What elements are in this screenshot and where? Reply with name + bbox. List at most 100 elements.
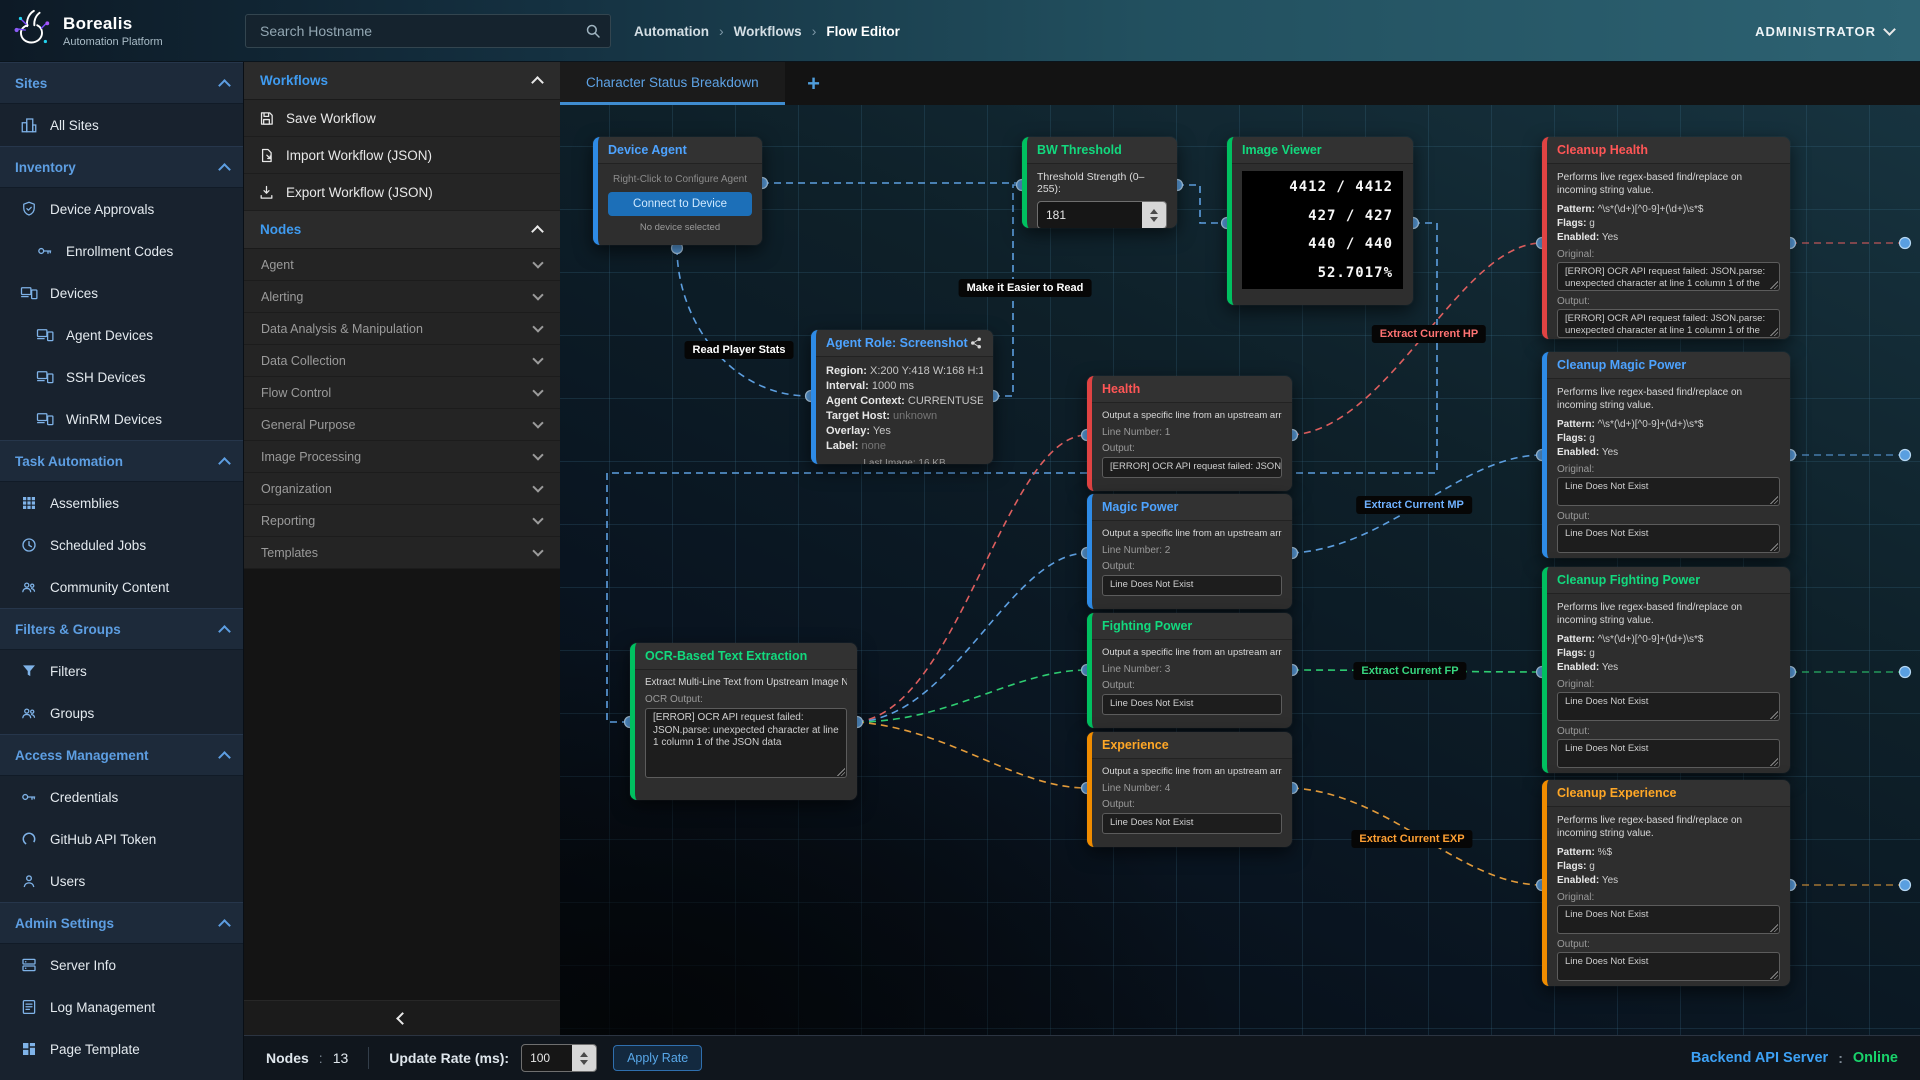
node-bw-threshold[interactable]: BW Threshold Threshold Strength (0–255):: [1022, 137, 1177, 228]
resize-grip-icon[interactable]: [1770, 924, 1778, 932]
output-textarea[interactable]: Line Does Not Exist: [1557, 739, 1780, 768]
resize-grip-icon[interactable]: [1770, 496, 1778, 504]
add-tab-button[interactable]: +: [785, 62, 843, 105]
node-category-image-processing[interactable]: Image Processing: [244, 441, 560, 473]
resize-grip-icon[interactable]: [837, 768, 845, 776]
sidebar-section-sites[interactable]: Sites: [0, 62, 243, 104]
edge-ocr-to-health[interactable]: [857, 435, 1087, 722]
sidebar-item-page-template[interactable]: Page Template: [0, 1028, 243, 1070]
edge-label-extract-hp[interactable]: Extract Current HP: [1372, 325, 1486, 343]
edge-label-extract-mp[interactable]: Extract Current MP: [1356, 496, 1472, 514]
node-magic-power[interactable]: Magic Power Output a specific line from …: [1087, 494, 1292, 609]
edge-label-make-easier[interactable]: Make it Easier to Read: [959, 279, 1092, 297]
output-textarea[interactable]: [ERROR] OCR API request failed: JSON.par…: [1557, 309, 1780, 338]
palette-header-workflows[interactable]: Workflows: [244, 62, 560, 100]
node-experience[interactable]: Experience Output a specific line from a…: [1087, 732, 1292, 847]
output-field[interactable]: [ERROR] OCR API request failed: JSON.par…: [1102, 457, 1282, 478]
user-menu[interactable]: ADMINISTRATOR: [1755, 0, 1894, 62]
original-textarea[interactable]: [ERROR] OCR API request failed: JSON.par…: [1557, 262, 1780, 291]
node-health[interactable]: Health Output a specific line from an up…: [1087, 376, 1292, 491]
flow-canvas[interactable]: Device Agent Right-Click to Configure Ag…: [560, 105, 1920, 1035]
resize-grip-icon[interactable]: [1770, 711, 1778, 719]
sidebar-item-log-management[interactable]: Log Management: [0, 986, 243, 1028]
search-box[interactable]: [245, 14, 611, 48]
palette-header-nodes[interactable]: Nodes: [244, 211, 560, 249]
sidebar-item-winrm-devices[interactable]: WinRM Devices: [0, 398, 243, 440]
node-cleanup-magic-power[interactable]: Cleanup Magic Power Performs live regex-…: [1542, 352, 1790, 558]
edge-device-agent-to-screenshot[interactable]: [677, 248, 809, 396]
ocr-output-textarea[interactable]: [ERROR] OCR API request failed: JSON.par…: [645, 708, 847, 778]
breadcrumb-item[interactable]: Workflows: [734, 24, 802, 39]
edge-label-extract-exp[interactable]: Extract Current EXP: [1351, 830, 1472, 848]
collapse-palette-button[interactable]: [244, 1000, 560, 1035]
node-category-templates[interactable]: Templates: [244, 537, 560, 569]
sidebar-item-enrollment-codes[interactable]: Enrollment Codes: [0, 230, 243, 272]
edge-endpoint-handle[interactable]: [1900, 238, 1911, 249]
sidebar-item-scheduled-jobs[interactable]: Scheduled Jobs: [0, 524, 243, 566]
node-fighting-power[interactable]: Fighting Power Output a specific line fr…: [1087, 613, 1292, 728]
number-stepper[interactable]: [572, 1045, 596, 1071]
edge-ocr-to-fighting[interactable]: [857, 670, 1087, 722]
threshold-input[interactable]: [1038, 202, 1142, 228]
brand[interactable]: Borealis Automation Platform: [8, 7, 163, 55]
resize-grip-icon[interactable]: [1770, 328, 1778, 336]
resize-grip-icon[interactable]: [1770, 758, 1778, 766]
sidebar-item-assemblies[interactable]: Assemblies: [0, 482, 243, 524]
original-textarea[interactable]: Line Does Not Exist: [1557, 692, 1780, 721]
output-field[interactable]: Line Does Not Exist: [1102, 694, 1282, 715]
node-category-data-analysis[interactable]: Data Analysis & Manipulation: [244, 313, 560, 345]
sidebar-section-access-management[interactable]: Access Management: [0, 734, 243, 776]
sidebar-section-inventory[interactable]: Inventory: [0, 146, 243, 188]
connect-to-device-button[interactable]: Connect to Device: [608, 192, 752, 216]
tab-character-status-breakdown[interactable]: Character Status Breakdown: [560, 62, 785, 105]
sidebar-section-task-automation[interactable]: Task Automation: [0, 440, 243, 482]
node-device-agent[interactable]: Device Agent Right-Click to Configure Ag…: [593, 137, 762, 245]
import-workflow-button[interactable]: Import Workflow (JSON): [244, 137, 560, 174]
sidebar-item-groups[interactable]: Groups: [0, 692, 243, 734]
resize-grip-icon[interactable]: [1770, 971, 1778, 979]
sidebar-item-ssh-devices[interactable]: SSH Devices: [0, 356, 243, 398]
sidebar-item-devices[interactable]: Devices: [0, 272, 243, 314]
node-ocr-text-extraction[interactable]: OCR-Based Text Extraction Extract Multi-…: [630, 643, 857, 800]
edge-bw-threshold-to-image-viewer[interactable]: [1177, 185, 1227, 223]
edge-endpoint-handle[interactable]: [1900, 667, 1911, 678]
node-cleanup-fighting-power[interactable]: Cleanup Fighting Power Performs live reg…: [1542, 567, 1790, 773]
output-textarea[interactable]: Line Does Not Exist: [1557, 952, 1780, 981]
node-category-data-collection[interactable]: Data Collection: [244, 345, 560, 377]
search-input[interactable]: [258, 22, 584, 40]
resize-grip-icon[interactable]: [1770, 281, 1778, 289]
node-agent-role-screenshot[interactable]: Agent Role: Screenshot Region: X:200 Y:4…: [811, 330, 993, 464]
edge-label-extract-fp[interactable]: Extract Current FP: [1353, 662, 1466, 680]
output-field[interactable]: Line Does Not Exist: [1102, 575, 1282, 596]
edge-label-read-player-stats[interactable]: Read Player Stats: [685, 341, 794, 359]
sidebar-item-filters[interactable]: Filters: [0, 650, 243, 692]
node-cleanup-health[interactable]: Cleanup Health Performs live regex-based…: [1542, 137, 1790, 339]
output-textarea[interactable]: Line Does Not Exist: [1557, 524, 1780, 553]
resize-grip-icon[interactable]: [1770, 543, 1778, 551]
apply-rate-button[interactable]: Apply Rate: [613, 1045, 702, 1071]
node-category-organization[interactable]: Organization: [244, 473, 560, 505]
output-field[interactable]: Line Does Not Exist: [1102, 813, 1282, 834]
sidebar-section-admin-settings[interactable]: Admin Settings: [0, 902, 243, 944]
breadcrumb-item[interactable]: Automation: [634, 24, 709, 39]
sidebar-item-users[interactable]: Users: [0, 860, 243, 902]
number-stepper[interactable]: [1142, 202, 1166, 228]
save-workflow-button[interactable]: Save Workflow: [244, 100, 560, 137]
node-category-general-purpose[interactable]: General Purpose: [244, 409, 560, 441]
node-image-viewer[interactable]: Image Viewer 4412 / 4412 427 / 427 440 /…: [1227, 137, 1413, 305]
sidebar-item-credentials[interactable]: Credentials: [0, 776, 243, 818]
node-category-agent[interactable]: Agent: [244, 249, 560, 281]
node-cleanup-experience[interactable]: Cleanup Experience Performs live regex-b…: [1542, 780, 1790, 986]
sidebar-item-community-content[interactable]: Community Content: [0, 566, 243, 608]
share-icon[interactable]: [969, 336, 983, 350]
sidebar-item-agent-devices[interactable]: Agent Devices: [0, 314, 243, 356]
edge-ocr-to-magic[interactable]: [857, 553, 1087, 722]
original-textarea[interactable]: Line Does Not Exist: [1557, 477, 1780, 506]
edge-endpoint-handle[interactable]: [1900, 880, 1911, 891]
edge-endpoint-handle[interactable]: [1900, 450, 1911, 461]
node-category-flow-control[interactable]: Flow Control: [244, 377, 560, 409]
original-textarea[interactable]: Line Does Not Exist: [1557, 905, 1780, 934]
sidebar-item-github-api-token[interactable]: GitHub API Token: [0, 818, 243, 860]
node-category-reporting[interactable]: Reporting: [244, 505, 560, 537]
sidebar-section-filters-groups[interactable]: Filters & Groups: [0, 608, 243, 650]
